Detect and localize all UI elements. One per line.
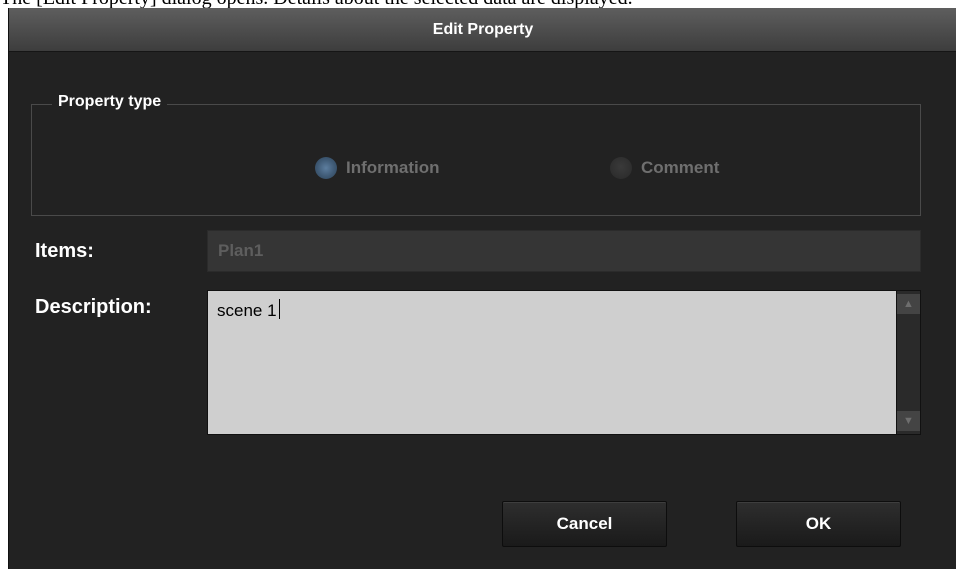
description-scrollbar[interactable]: ▲ ▼ [896,291,920,434]
dialog-titlebar: Edit Property [9,8,956,52]
text-caret [278,299,280,319]
ok-button[interactable]: OK [736,501,901,547]
items-label: Items: [35,240,94,262]
edit-property-dialog: Edit Property Property type Information … [8,8,956,569]
cancel-button[interactable]: Cancel [502,501,667,547]
radio-information-label: Information [346,158,440,177]
scroll-down-arrow-icon[interactable]: ▼ [897,411,920,431]
description-label: Description: [35,296,152,318]
radio-comment[interactable]: Comment [610,157,719,179]
top-caption: The [Edit Property] dialog opens. Detail… [0,0,633,8]
radio-selected-icon [315,157,337,179]
radio-comment-label: Comment [641,158,720,177]
property-type-legend: Property type [52,93,168,111]
top-caption-strip: The [Edit Property] dialog opens. Detail… [0,0,956,8]
dialog-title: Edit Property [432,20,534,38]
description-textarea[interactable]: scene 1 ▲ ▼ [207,290,921,435]
radio-unselected-icon [610,157,632,179]
scroll-up-arrow-icon[interactable]: ▲ [897,294,920,314]
description-value: scene 1 [217,301,277,320]
items-field: Plan1 [207,230,921,272]
radio-information[interactable]: Information [315,157,440,179]
property-type-group: Property type Information Comment [31,93,921,216]
